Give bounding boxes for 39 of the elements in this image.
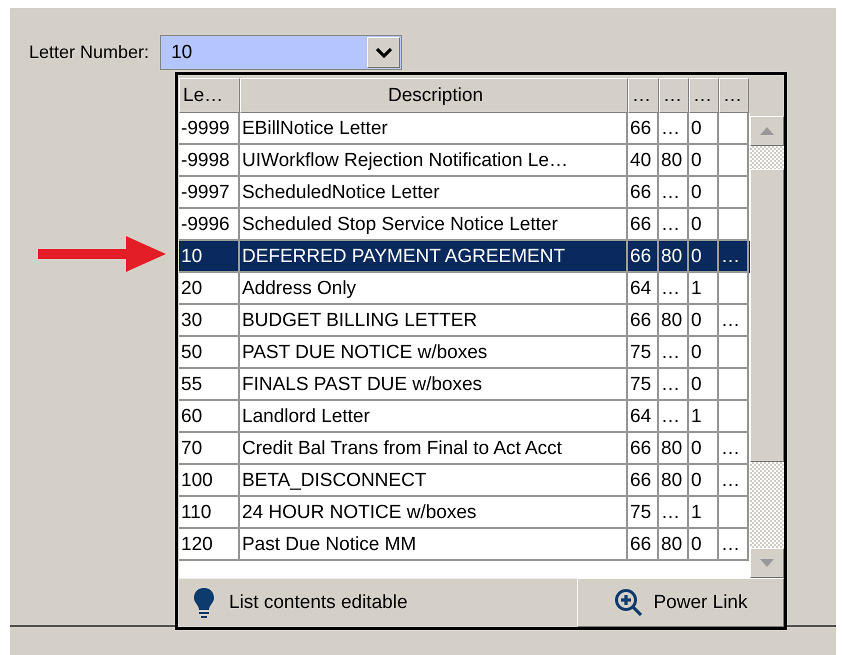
table-row[interactable]: 20 Address Only 64 … 1 (179, 273, 750, 305)
letter-number-dropdown[interactable]: 10 (160, 35, 402, 70)
zoom-in-icon (614, 588, 644, 618)
field-label: Letter Number: (29, 42, 150, 63)
scroll-track[interactable] (750, 146, 784, 169)
chevron-down-icon (374, 46, 393, 58)
table-cell: Past Due Notice MM (240, 529, 628, 561)
scroll-thumb[interactable] (750, 169, 784, 462)
column-header[interactable]: … (659, 78, 689, 113)
column-header[interactable]: … (689, 78, 719, 113)
table-row[interactable]: 30 BUDGET BILLING LETTER 66 80 0 … (179, 305, 750, 337)
table-row[interactable]: 10 DEFERRED PAYMENT AGREEMENT 66 80 0 … (179, 241, 750, 273)
scroll-up-button[interactable] (750, 116, 784, 146)
table-row[interactable]: 60 Landlord Letter 64 … 1 (179, 401, 750, 433)
hint-text: List contents editable (229, 592, 408, 614)
table-cell: 66 (628, 529, 659, 561)
scroll-down-button[interactable] (750, 548, 784, 578)
table-row[interactable]: 70 Credit Bal Trans from Final to Act Acct 66 80 0 … (179, 433, 750, 465)
table-row[interactable]: 110 24 HOUR NOTICE w/boxes 75 … 1 (179, 497, 750, 529)
down-triangle-icon (760, 559, 774, 568)
table-row[interactable]: 120 Past Due Notice MM 66 80 0 … (179, 529, 750, 561)
table-cell: 0 (689, 529, 719, 561)
table-row[interactable]: -9998 UIWorkflow Rejection Notification Le… 40 80 0 (179, 145, 750, 177)
table-row[interactable]: 55 FINALS PAST DUE w/boxes 75 … 0 (179, 369, 750, 401)
column-header[interactable]: … (719, 78, 749, 113)
column-header[interactable]: Le… (179, 78, 240, 113)
table-row[interactable]: 50 PAST DUE NOTICE w/boxes 75 … 0 (179, 337, 750, 369)
column-header[interactable]: … (628, 78, 659, 113)
power-link-button[interactable]: Power Link (577, 578, 784, 627)
dropdown-button[interactable] (367, 37, 400, 68)
table-row[interactable]: -9996 Scheduled Stop Service Notice Letter 66 … 0 (179, 209, 750, 241)
lightbulb-icon (193, 587, 215, 620)
column-header[interactable]: Description (240, 78, 628, 113)
table-cell: 120 (179, 529, 240, 561)
table-row[interactable]: -9999 EBillNotice Letter 66 … 0 (179, 113, 750, 145)
table-row[interactable]: 100 BETA_DISCONNECT 66 80 0 … (179, 465, 750, 497)
table-cell: 80 (659, 529, 689, 561)
up-triangle-icon (760, 127, 774, 135)
table-row[interactable]: -9997 ScheduledNotice Letter 66 … 0 (179, 177, 750, 209)
